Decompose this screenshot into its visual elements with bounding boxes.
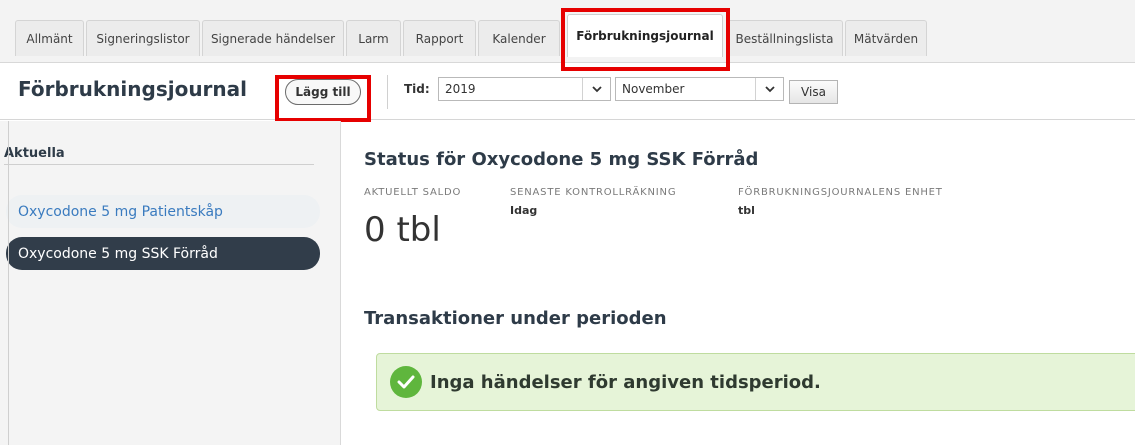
tab-bestallningslista[interactable]: Beställningslista: [726, 20, 843, 56]
transactions-title: Transaktioner under perioden: [364, 308, 667, 329]
show-button[interactable]: Visa: [789, 80, 838, 104]
month-select[interactable]: November: [615, 77, 784, 101]
sidebar-item-patientskap[interactable]: Oxycodone 5 mg Patientskåp: [6, 195, 320, 228]
saldo-value: 0 tbl: [364, 210, 441, 250]
empty-message: Inga händelser för angiven tidsperiod.: [430, 371, 821, 393]
toolbar-divider: [387, 75, 388, 109]
tab-rapport[interactable]: Rapport: [403, 20, 476, 56]
tab-label: Larm: [358, 31, 389, 46]
toolbar: Förbrukningsjournal Lägg till Tid: 2019 …: [0, 63, 1135, 120]
tab-label: Signeringslistor: [96, 31, 190, 46]
tab-label: Kalender: [492, 31, 546, 46]
tab-forbrukningsjournal[interactable]: Förbrukningsjournal: [567, 14, 723, 57]
chevron-down-icon[interactable]: [582, 78, 610, 100]
tab-label: Mätvärden: [853, 31, 919, 46]
chevron-down-icon[interactable]: [755, 78, 783, 100]
tab-label: Allmänt: [26, 31, 73, 46]
tab-allmant[interactable]: Allmänt: [15, 20, 84, 56]
tab-signeringslistor[interactable]: Signeringslistor: [86, 20, 200, 56]
period-label: Tid:: [404, 82, 430, 96]
year-select[interactable]: 2019: [438, 77, 611, 101]
tab-kalender[interactable]: Kalender: [478, 20, 560, 56]
year-select-value: 2019: [445, 82, 476, 96]
sidebar-item-label: Oxycodone 5 mg Patientskåp: [18, 203, 223, 220]
sidebar-item-ssk-forrad[interactable]: Oxycodone 5 mg SSK Förråd: [6, 237, 320, 270]
status-title: Status för Oxycodone 5 mg SSK Förråd: [364, 149, 759, 170]
month-select-value: November: [622, 82, 685, 96]
kontroll-value: Idag: [510, 204, 538, 217]
sidebar-edge: [8, 121, 9, 445]
add-button[interactable]: Lägg till: [285, 79, 361, 105]
saldo-label: AKTUELLT SALDO: [364, 187, 462, 198]
tab-signerade-handelser[interactable]: Signerade händelser: [202, 20, 344, 56]
tab-label: Förbrukningsjournal: [576, 29, 714, 43]
page-title: Förbrukningsjournal: [18, 77, 248, 101]
tab-label: Beställningslista: [735, 31, 834, 46]
enhet-value: tbl: [738, 204, 755, 217]
tab-bar: Allmänt Signeringslistor Signerade hände…: [0, 0, 1135, 63]
kontroll-label: SENASTE KONTROLLRÄKNING: [510, 187, 677, 198]
tab-larm[interactable]: Larm: [346, 20, 401, 56]
sidebar-item-label: Oxycodone 5 mg SSK Förråd: [18, 245, 218, 262]
check-circle-icon: [390, 366, 422, 398]
sidebar: Aktuella Oxycodone 5 mg Patientskåp Oxyc…: [0, 121, 341, 445]
empty-alert: Inga händelser för angiven tidsperiod.: [376, 353, 1135, 411]
sidebar-divider: [4, 164, 314, 165]
sidebar-heading: Aktuella: [4, 146, 65, 161]
tab-label: Signerade händelser: [210, 31, 336, 46]
tab-matvarden[interactable]: Mätvärden: [845, 20, 927, 56]
enhet-label: FÖRBRUKNINGSJOURNALENS ENHET: [738, 187, 943, 198]
tab-label: Rapport: [415, 31, 464, 46]
